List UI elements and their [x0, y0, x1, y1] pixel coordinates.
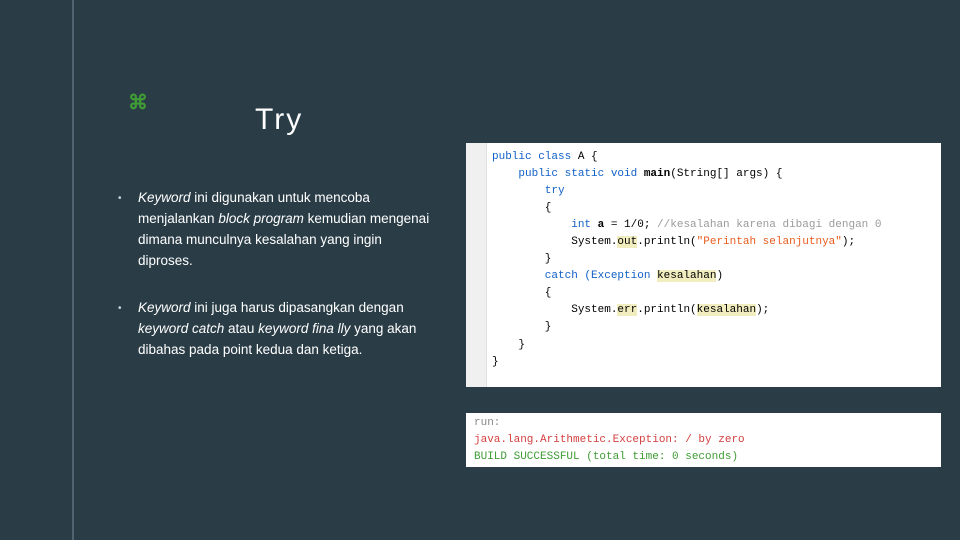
console-output: run: java.lang.Arithmetic.Exception: / b… [466, 413, 941, 467]
command-icon: ⌘ [128, 90, 148, 115]
slide-title: Try [255, 103, 303, 137]
list-item: • Keyword ini digunakan untuk mencoba me… [118, 188, 440, 272]
output-error-line: java.lang.Arithmetic.Exception: / by zer… [474, 432, 933, 449]
bullet-text: Keyword ini juga harus dipasangkan denga… [138, 298, 440, 361]
bullet-text: Keyword ini digunakan untuk mencoba menj… [138, 188, 440, 272]
bullet-dot-icon: • [118, 298, 138, 361]
list-item: • Keyword ini juga harus dipasangkan den… [118, 298, 440, 361]
bullet-list: • Keyword ini digunakan untuk mencoba me… [118, 188, 440, 386]
bullet-dot-icon: • [118, 188, 138, 272]
code-snippet: public class A { public static void main… [466, 143, 941, 387]
gutter [466, 143, 487, 387]
vertical-divider [72, 0, 74, 540]
output-run-label: run: [474, 415, 933, 432]
output-success-line: BUILD SUCCESSFUL (total time: 0 seconds) [474, 449, 933, 466]
